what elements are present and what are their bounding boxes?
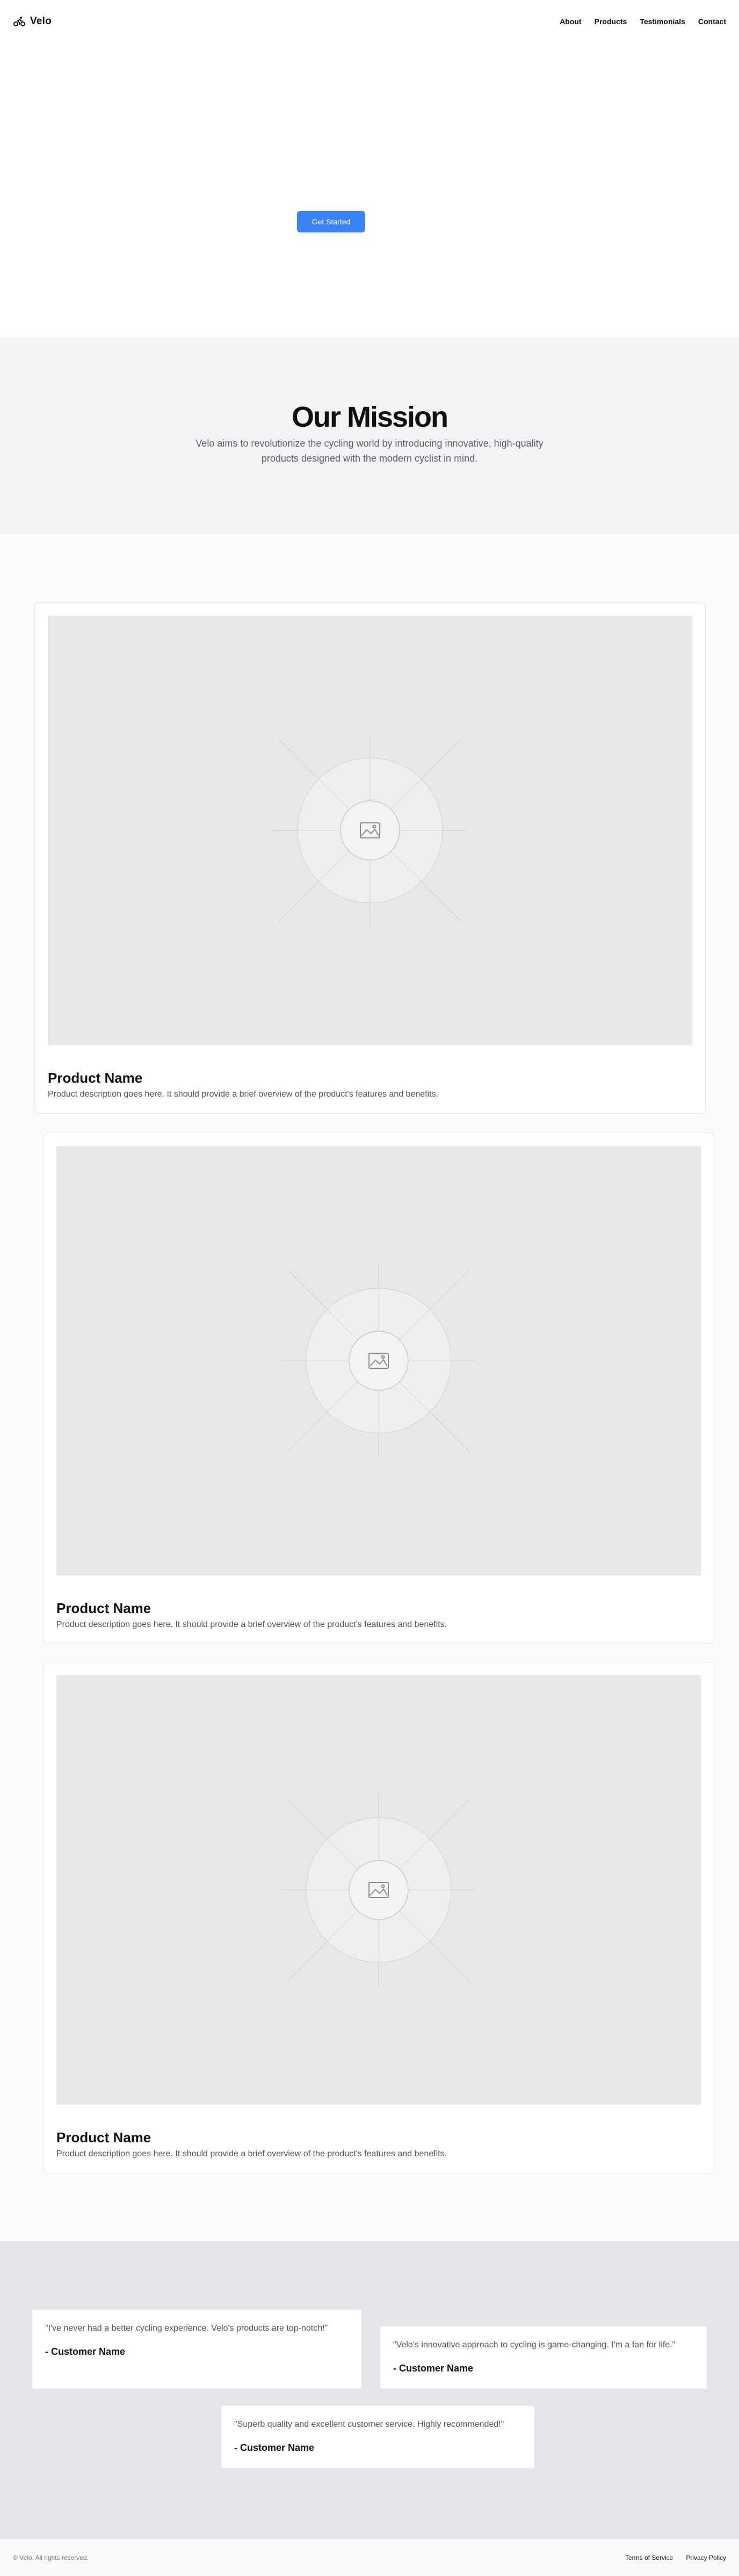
image-placeholder-icon <box>282 1264 475 1457</box>
site-header: Velo About Products Testimonials Contact <box>0 0 739 43</box>
brand-link[interactable]: Velo <box>13 15 52 28</box>
footer-links: Terms of Service Privacy Policy <box>625 2554 726 2562</box>
product-name: Product Name <box>56 1600 151 1616</box>
testimonial-quote: "I've never had a better cycling experie… <box>45 2324 328 2333</box>
product-name: Product Name <box>56 2129 151 2146</box>
nav-link-contact[interactable]: Contact <box>698 17 726 26</box>
mission-section: Our Mission Velo aims to revolutionize t… <box>0 337 739 534</box>
product-card: Product Name Product description goes he… <box>43 1662 714 2173</box>
product-description: Product description goes here. It should… <box>56 2149 447 2158</box>
mission-title: Our Mission <box>291 401 448 433</box>
nav-link-testimonials[interactable]: Testimonials <box>640 17 685 26</box>
copyright-text: © Velo. All rights reserved. <box>13 2553 89 2562</box>
product-image <box>56 1146 701 1575</box>
hero-section: Get Started <box>0 43 739 337</box>
product-image <box>48 616 692 1045</box>
get-started-button[interactable]: Get Started <box>297 211 365 232</box>
terms-of-service-link[interactable]: Terms of Service <box>625 2554 673 2562</box>
main-nav: About Products Testimonials Contact <box>560 17 726 26</box>
testimonial-quote: "Velo's innovative approach to cycling i… <box>393 2340 676 2349</box>
testimonial-card: "I've never had a better cycling experie… <box>32 2310 361 2389</box>
site-footer: © Velo. All rights reserved. Terms of Se… <box>0 2539 739 2576</box>
testimonial-author: - Customer Name <box>234 2442 315 2453</box>
products-section: Product Name Product description goes he… <box>0 534 739 2241</box>
image-placeholder-icon <box>273 734 467 927</box>
testimonial-author: - Customer Name <box>393 2363 474 2374</box>
product-card: Product Name Product description goes he… <box>34 602 706 1114</box>
bicycle-icon <box>13 15 26 28</box>
testimonial-card: "Superb quality and excellent customer s… <box>221 2406 534 2468</box>
testimonial-card: "Velo's innovative approach to cycling i… <box>380 2326 707 2389</box>
product-name: Product Name <box>48 1070 143 1086</box>
product-image <box>56 1675 701 2105</box>
image-placeholder-icon <box>282 1793 475 1987</box>
testimonial-quote: "Superb quality and excellent customer s… <box>234 2420 504 2429</box>
product-card: Product Name Product description goes he… <box>43 1133 714 1644</box>
nav-link-about[interactable]: About <box>560 17 581 26</box>
page: Velo About Products Testimonials Contact… <box>0 0 739 2576</box>
privacy-policy-link[interactable]: Privacy Policy <box>686 2554 726 2562</box>
mission-text: Velo aims to revolutionize the cycling w… <box>195 438 544 464</box>
testimonials-section: "I've never had a better cycling experie… <box>0 2241 739 2539</box>
testimonial-author: - Customer Name <box>45 2346 126 2357</box>
brand-name: Velo <box>30 16 52 27</box>
product-description: Product description goes here. It should… <box>56 1620 447 1629</box>
product-description: Product description goes here. It should… <box>48 1090 439 1099</box>
nav-link-products[interactable]: Products <box>595 17 627 26</box>
